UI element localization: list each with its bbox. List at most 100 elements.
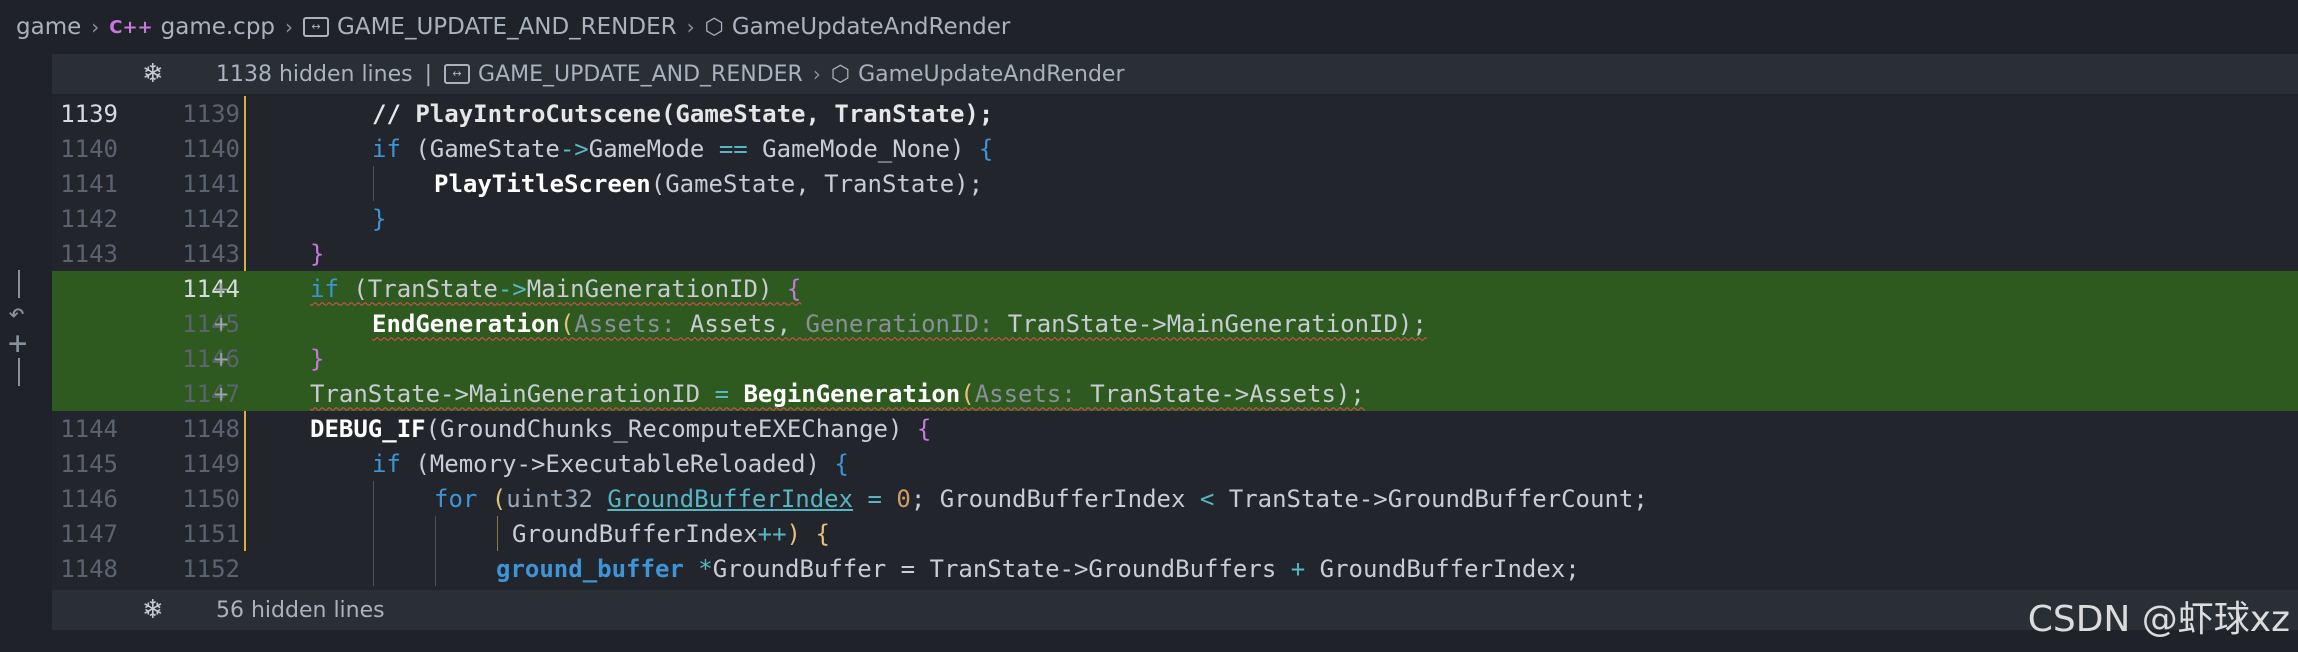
inlay-hint: Assets: (974, 379, 1076, 408)
indent-guide (373, 166, 374, 201)
code-line-added: 1146 + } (52, 341, 2298, 376)
old-line-number: 1147 (60, 519, 118, 548)
indent-guide (373, 481, 374, 516)
hidden-lines-bar-bottom[interactable]: ❄ 56 hidden lines (52, 590, 2298, 630)
hidden-crumb-function[interactable]: GameUpdateAndRender (858, 62, 1124, 87)
operator: = (853, 484, 897, 513)
code-token: TranState->MainGenerationID); (993, 309, 1427, 338)
hidden-crumb-macro[interactable]: GAME_UPDATE_AND_RENDER (478, 62, 803, 87)
code-token: ; GroundBufferIndex (910, 484, 1200, 513)
old-line-number: 1143 (60, 239, 118, 268)
comment: // PlayIntroCutscene(GameState, TranStat… (372, 99, 994, 128)
diff-gutter-line (18, 358, 20, 386)
code-token: TranState->GroundBufferCount; (1214, 484, 1648, 513)
unfold-icon[interactable]: ❄ (142, 59, 216, 89)
operator: ++ (757, 519, 787, 548)
code-line: 1146 1150 for (uint32 GroundBufferIndex … (52, 481, 2298, 516)
inlay-hint: Assets: (574, 309, 676, 338)
paren: ( (559, 309, 575, 338)
diff-gutter-line (18, 270, 20, 298)
new-line-number: 1149 (182, 449, 240, 478)
code-text: if (TranState->MainGenerationID) { (310, 275, 801, 303)
divider: | (424, 61, 433, 87)
code-line: 1144 1148 DEBUG_IF(GroundChunks_Recomput… (52, 411, 2298, 446)
code-text: if (Memory->ExecutableReloaded) { (372, 450, 849, 478)
operator: == (718, 134, 748, 163)
keyword: if (372, 134, 401, 163)
code-token: (TranState (338, 274, 498, 303)
code-text: } (372, 205, 386, 233)
operator: + (1290, 554, 1306, 583)
function-name: BeginGeneration (743, 379, 961, 408)
hidden-lines-bar-top[interactable]: ❄ 1138 hidden lines | ↔ GAME_UPDATE_AND_… (52, 54, 2298, 94)
operator: -> (559, 134, 589, 163)
breadcrumb: game › C++ game.cpp › ↔ GAME_UPDATE_AND_… (0, 0, 2298, 54)
code-token: GameMode (588, 134, 719, 163)
added-marker: + (214, 309, 229, 338)
code-text: } (310, 240, 324, 268)
macro-symbol-icon: ↔ (444, 64, 471, 84)
old-line-number: 1142 (60, 204, 118, 233)
added-marker: + (214, 344, 229, 373)
type-name: uint32 (506, 484, 608, 513)
code-line: 1148 1152 ground_buffer *GroundBuffer = … (52, 551, 2298, 586)
code-token: GroundBufferIndex (512, 519, 758, 548)
hidden-lines-count: 56 hidden lines (216, 597, 385, 623)
code-line: 1145 1149 if (Memory->ExecutableReloaded… (52, 446, 2298, 481)
keyword: if (372, 449, 401, 478)
code-token: TranState->MainGenerationID (310, 379, 715, 408)
code-line: 1140 1140 if (GameState->GameMode == Gam… (52, 131, 2298, 166)
code-line: 1139 1139 // PlayIntroCutscene(GameState… (52, 96, 2298, 131)
new-line-number: 1151 (182, 519, 240, 548)
unfold-icon[interactable]: ❄ (142, 595, 216, 625)
diff-gutter-controls: ↶ + (8, 270, 38, 386)
new-line-number: 1148 (182, 414, 240, 443)
breadcrumb-folder[interactable]: game (16, 14, 81, 40)
function-name: EndGeneration (372, 309, 560, 338)
function-cube-icon: ⬡ (830, 61, 851, 87)
hidden-lines-count: 1138 hidden lines (216, 61, 413, 87)
new-line-number: 1150 (182, 484, 240, 513)
indent-guide-active (497, 516, 498, 551)
chevron-right-icon: › (285, 15, 294, 39)
new-line-number: 1139 (182, 99, 240, 128)
indent-guide (435, 551, 436, 586)
indent-guide (373, 516, 374, 551)
code-text: TranState->MainGenerationID = BeginGener… (310, 380, 1365, 408)
indent-guide (435, 516, 436, 551)
code-line: 1147 1151 GroundBufferIndex++) { (52, 516, 2298, 551)
cpp-file-icon: C++ (109, 16, 153, 38)
stage-plus-icon[interactable]: + (8, 327, 38, 359)
new-line-number: 1140 (182, 134, 240, 163)
keyword: for (434, 484, 478, 513)
chevron-right-icon: › (686, 15, 695, 39)
breadcrumb-file[interactable]: game.cpp (161, 14, 275, 40)
new-line-number: 1141 (182, 169, 240, 198)
indent-guide (373, 551, 374, 586)
macro-symbol-icon: ↔ (303, 17, 330, 37)
paren: ) (786, 519, 816, 548)
keyword: if (310, 274, 339, 303)
code-editor[interactable]: 1139 1139 // PlayIntroCutscene(GameState… (52, 96, 2298, 590)
breadcrumb-macro[interactable]: GAME_UPDATE_AND_RENDER (337, 14, 677, 40)
code-line: 1143 1143 } (52, 236, 2298, 271)
old-line-number: 1145 (60, 449, 118, 478)
code-text: ground_buffer *GroundBuffer = TranState-… (496, 555, 1580, 583)
code-token: (Memory->ExecutableReloaded) (400, 449, 835, 478)
code-text: PlayTitleScreen(GameState, TranState); (434, 170, 983, 198)
code-token: (GameState, TranState); (650, 169, 984, 198)
code-line: 1142 1142 } (52, 201, 2298, 236)
old-line-number: 1139 (60, 99, 118, 128)
paren: ( (960, 379, 975, 408)
function-name: PlayTitleScreen (434, 169, 651, 198)
code-line-added: 1147 + TranState->MainGenerationID = Beg… (52, 376, 2298, 411)
code-text: } (310, 345, 324, 373)
type-name: ground_buffer (496, 554, 684, 583)
old-line-number: 1140 (60, 134, 118, 163)
added-marker: + (214, 274, 229, 303)
code-token: GameMode_None) (747, 134, 979, 163)
number-literal: 0 (896, 484, 911, 513)
code-token: Assets, (675, 309, 806, 338)
function-cube-icon: ⬡ (704, 14, 724, 40)
breadcrumb-function[interactable]: GameUpdateAndRender (732, 14, 1011, 40)
